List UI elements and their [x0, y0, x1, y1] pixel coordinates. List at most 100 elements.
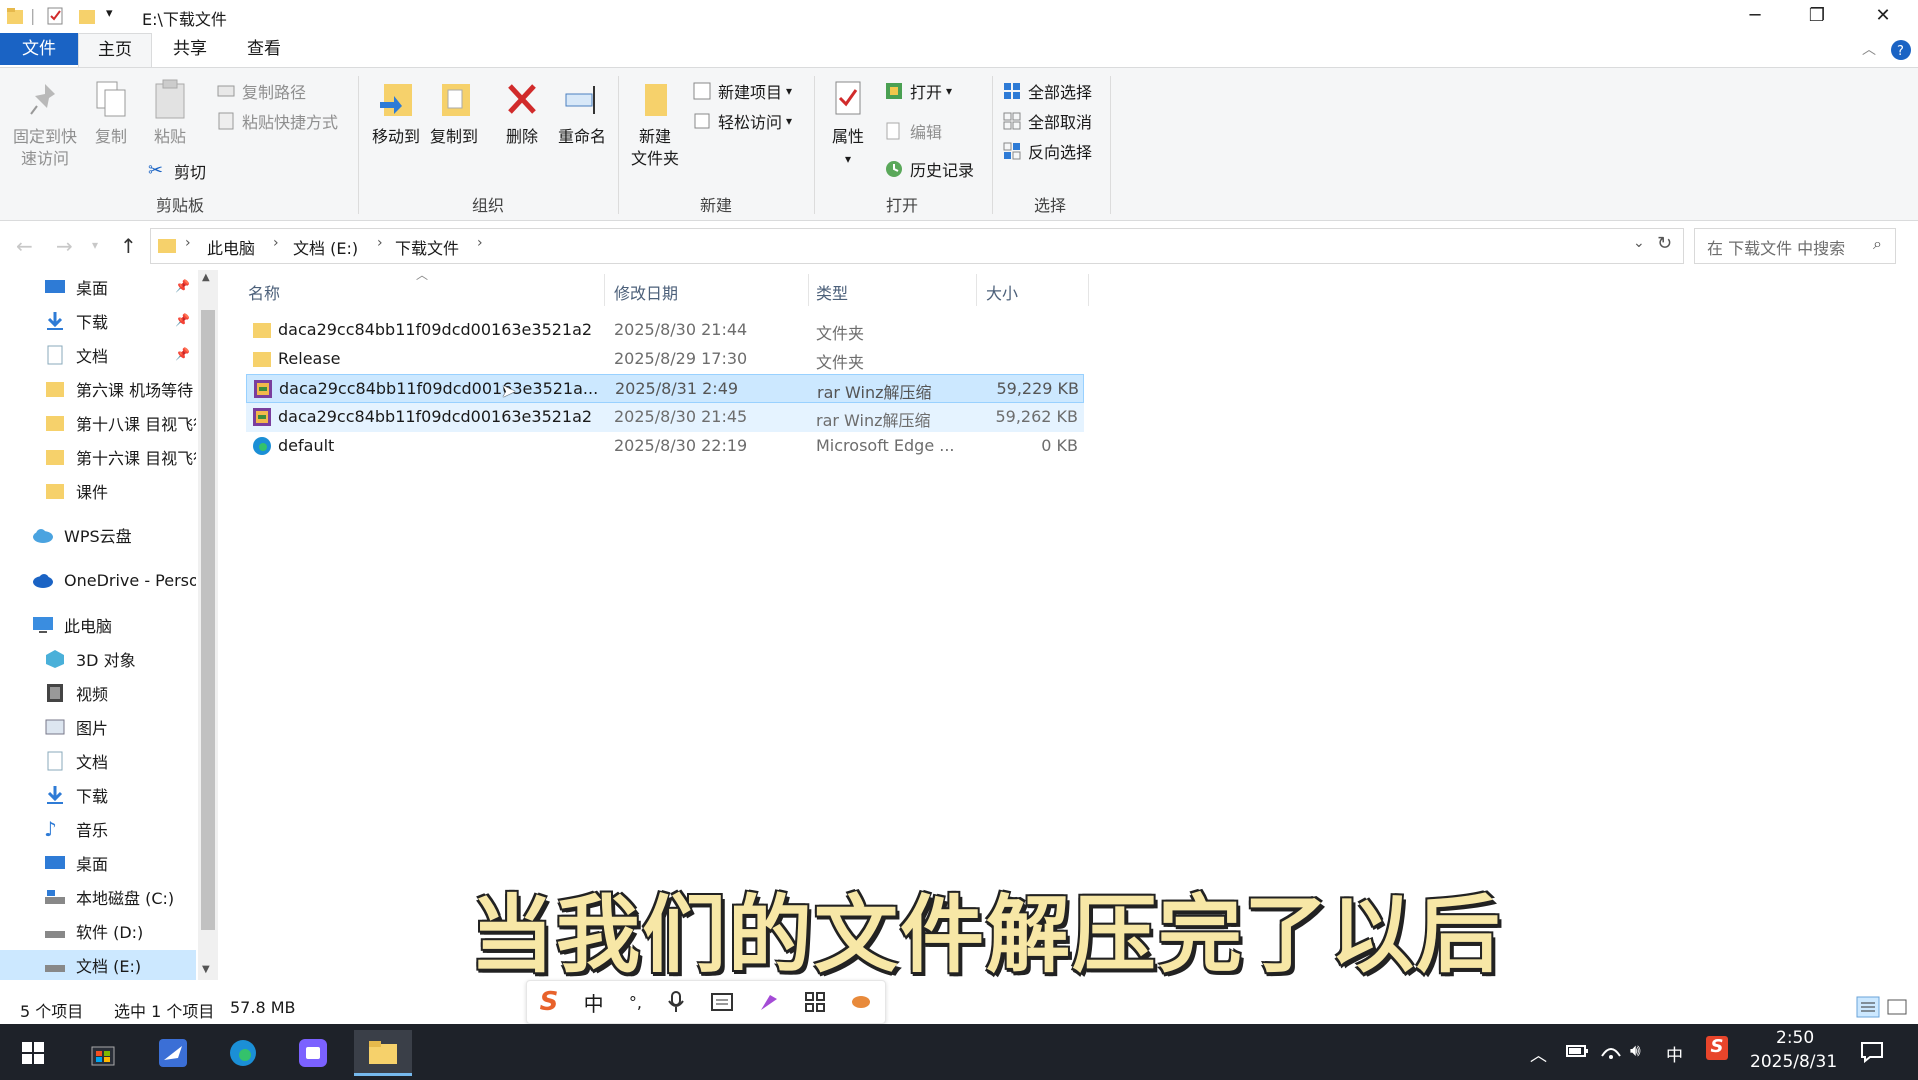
delete-button[interactable]: 删除	[500, 78, 544, 148]
address-bar[interactable]: › 此电脑 › 文档 (E:) › 下载文件 › ⌄ ↻	[150, 228, 1684, 264]
copy-button[interactable]: 复制	[88, 78, 134, 148]
rename-button[interactable]: 重命名	[554, 78, 610, 148]
properties-button[interactable]: 属性 ▾	[822, 78, 874, 170]
select-all-button[interactable]: 全部选择	[1002, 78, 1092, 104]
breadcrumb-this-pc[interactable]: 此电脑	[207, 235, 255, 259]
keyboard-icon[interactable]	[710, 992, 733, 1012]
help-icon[interactable]: ?	[1890, 39, 1912, 61]
nav-scrollbar-thumb[interactable]	[201, 310, 215, 930]
edit-button[interactable]: 编辑	[884, 118, 942, 144]
details-view-icon[interactable]	[1856, 996, 1880, 1018]
taskbar-flight-app[interactable]	[144, 1030, 202, 1076]
column-divider[interactable]	[604, 274, 605, 306]
wifi-icon[interactable]	[1600, 1042, 1622, 1060]
nav-item-videos[interactable]: 视频	[44, 678, 196, 708]
refresh-icon[interactable]: ↻	[1657, 233, 1672, 254]
scroll-down-icon[interactable]: ▼	[202, 964, 210, 975]
column-divider[interactable]	[1088, 274, 1089, 306]
taskbar-file-explorer[interactable]	[354, 1030, 412, 1076]
skin-icon[interactable]	[758, 991, 780, 1013]
nav-item-lesson-6[interactable]: 第六课 机场等待	[44, 374, 196, 404]
easy-access-button[interactable]: 轻松访问 ▾	[692, 108, 792, 134]
file-row-selected[interactable]: daca29cc84bb11f09dcd00163e3521a... 2025/…	[246, 374, 1084, 403]
nav-item-onedrive[interactable]: OneDrive - Personal	[32, 565, 196, 595]
column-header-date[interactable]: 修改日期	[614, 280, 678, 304]
copy-to-button[interactable]: 复制到	[424, 78, 484, 148]
sogou-logo-icon[interactable]: S	[540, 987, 559, 1017]
properties-check-icon[interactable]	[46, 6, 64, 26]
taskbar-edge[interactable]	[214, 1030, 272, 1076]
taskbar-store[interactable]	[74, 1030, 132, 1076]
restore-button[interactable]: ❐	[1786, 0, 1848, 30]
nav-scrollbar[interactable]: ▲ ▼	[198, 270, 218, 980]
file-row[interactable]: daca29cc84bb11f09dcd00163e3521a2 2025/8/…	[246, 316, 1084, 345]
paste-shortcut-button[interactable]: 粘贴快捷方式	[216, 108, 338, 134]
open-button[interactable]: 打开 ▾	[884, 78, 952, 104]
more-tools-icon[interactable]	[850, 992, 872, 1012]
sogou-tray-icon[interactable]: S	[1706, 1036, 1728, 1060]
nav-item-desktop-pc[interactable]: 桌面	[44, 848, 196, 878]
nav-item-pictures[interactable]: 图片	[44, 712, 196, 742]
taskbar-recorder[interactable]	[284, 1030, 342, 1076]
column-header-size[interactable]: 大小	[986, 280, 1018, 304]
battery-icon[interactable]	[1566, 1042, 1590, 1060]
up-arrow-icon[interactable]: ↑	[120, 234, 137, 258]
nav-item-courseware[interactable]: 课件	[44, 476, 196, 506]
copy-path-button[interactable]: 复制路径	[216, 78, 306, 104]
clock-date[interactable]: 2025/8/31	[1750, 1052, 1837, 1072]
nav-item-3d-objects[interactable]: 3D 对象	[44, 644, 196, 674]
nav-item-documents[interactable]: 文档 📌	[44, 340, 196, 370]
new-folder-icon[interactable]	[78, 6, 96, 26]
select-none-button[interactable]: 全部取消	[1002, 108, 1092, 134]
nav-item-drive-c[interactable]: 本地磁盘 (C:)	[44, 882, 196, 912]
search-icon[interactable]: ⌕	[1873, 234, 1882, 254]
move-to-button[interactable]: 移动到	[366, 78, 426, 148]
large-icons-view-icon[interactable]	[1886, 996, 1908, 1018]
clock-time[interactable]: 2:50	[1776, 1028, 1814, 1048]
tab-view[interactable]: 查看	[234, 33, 294, 65]
invert-selection-button[interactable]: 反向选择	[1002, 138, 1092, 164]
address-dropdown-icon[interactable]: ⌄	[1633, 235, 1645, 251]
scroll-up-icon[interactable]: ▲	[202, 272, 210, 283]
nav-item-drive-d[interactable]: 软件 (D:)	[44, 916, 196, 946]
quick-access-dropdown-icon[interactable]: ▾	[106, 6, 113, 21]
close-button[interactable]: ✕	[1852, 0, 1914, 30]
microphone-icon[interactable]	[667, 991, 685, 1013]
tab-share[interactable]: 共享	[160, 33, 220, 65]
nav-item-lesson-16[interactable]: 第十六课 目视飞行	[44, 442, 196, 472]
nav-item-documents-pc[interactable]: 文档	[44, 746, 196, 776]
file-row[interactable]: daca29cc84bb11f09dcd00163e3521a2 2025/8/…	[246, 403, 1084, 432]
breadcrumb-downloads-folder[interactable]: 下载文件	[395, 235, 459, 259]
input-language[interactable]: 中	[1666, 1041, 1683, 1066]
nav-item-this-pc[interactable]: 此电脑	[32, 610, 196, 640]
column-divider[interactable]	[808, 274, 809, 306]
notification-center-icon[interactable]	[1860, 1040, 1884, 1064]
toolbox-grid-icon[interactable]	[805, 992, 826, 1012]
column-divider[interactable]	[976, 274, 977, 306]
punctuation-icon[interactable]: °,	[629, 993, 642, 1012]
new-folder-button[interactable]: 新建 文件夹	[626, 78, 684, 170]
nav-item-downloads-pc[interactable]: 下载	[44, 780, 196, 810]
recent-locations-icon[interactable]: ▾	[92, 238, 98, 252]
tab-home[interactable]: 主页	[78, 33, 152, 67]
search-box[interactable]: 在 下载文件 中搜索 ⌕	[1694, 228, 1896, 264]
column-header-type[interactable]: 类型	[816, 280, 848, 304]
breadcrumb-drive-e[interactable]: 文档 (E:)	[293, 235, 358, 259]
history-button[interactable]: 历史记录	[884, 156, 974, 182]
nav-item-drive-e[interactable]: 文档 (E:)	[0, 950, 196, 980]
paste-button[interactable]: 粘贴	[148, 78, 192, 148]
file-row[interactable]: default 2025/8/30 22:19 Microsoft Edge .…	[246, 432, 1084, 461]
start-button[interactable]	[4, 1030, 62, 1076]
back-arrow-icon[interactable]: ←	[16, 234, 33, 258]
tab-file[interactable]: 文件	[0, 33, 78, 65]
ime-lang-toggle[interactable]: 中	[584, 988, 604, 1017]
cut-button[interactable]: ✂ 剪切	[148, 158, 206, 184]
column-header-name[interactable]: 名称	[248, 280, 280, 304]
collapse-ribbon-icon[interactable]: ︿	[1862, 39, 1876, 59]
volume-icon[interactable]: 🔊︎	[1630, 1041, 1641, 1061]
minimize-button[interactable]: ─	[1724, 0, 1786, 30]
nav-item-desktop[interactable]: 桌面 📌	[44, 272, 196, 302]
nav-item-lesson-18[interactable]: 第十八课 目视飞行	[44, 408, 196, 438]
file-row[interactable]: Release 2025/8/29 17:30 文件夹	[246, 345, 1084, 374]
show-hidden-icons[interactable]: ︿	[1530, 1041, 1547, 1066]
